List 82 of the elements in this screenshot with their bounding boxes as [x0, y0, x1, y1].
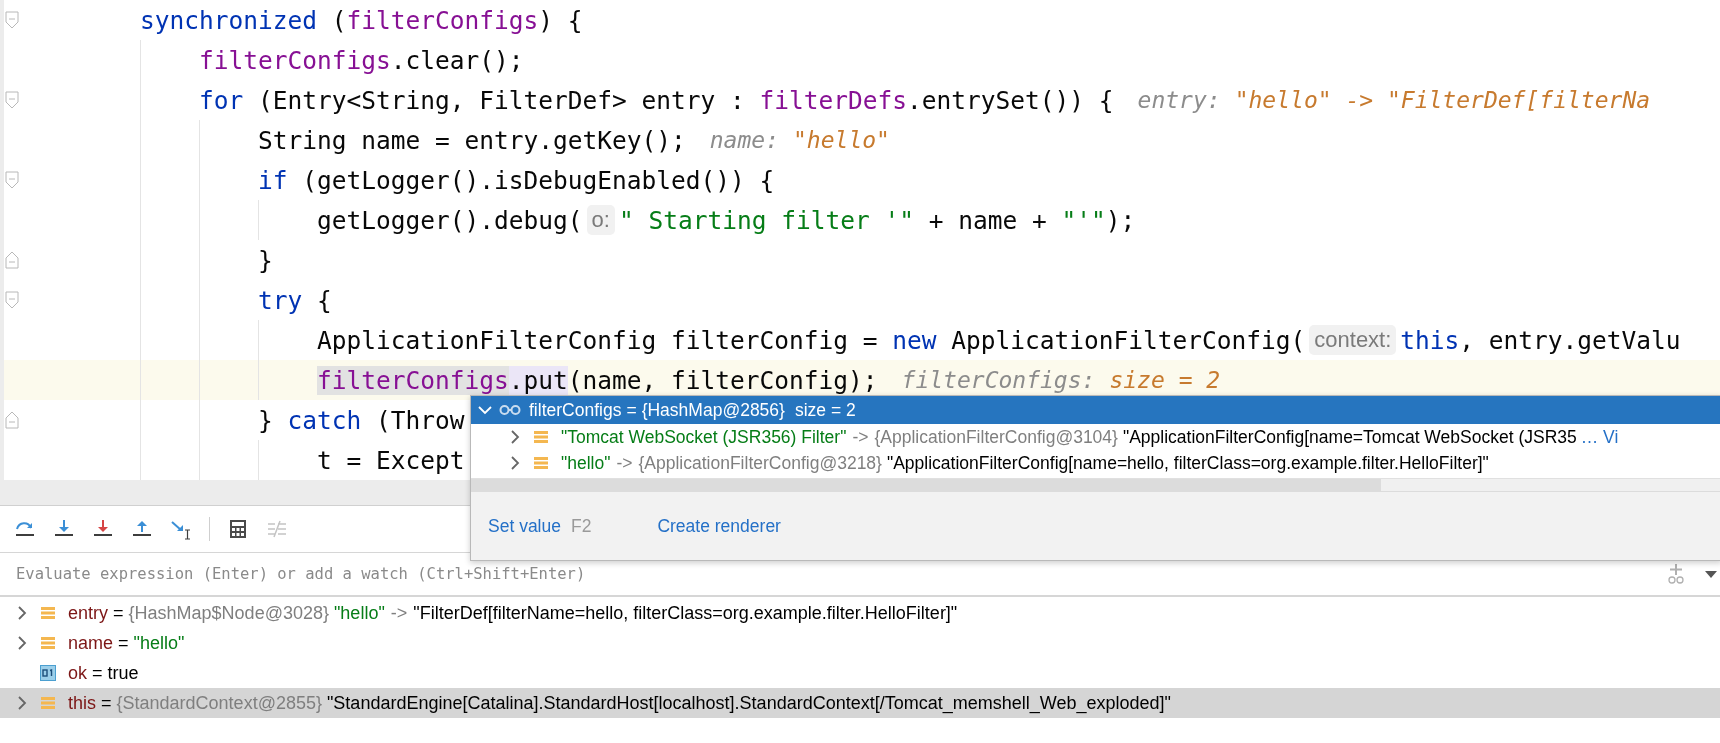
action-link[interactable]: Set value — [488, 515, 561, 537]
code-keyword: this — [1400, 325, 1460, 355]
field-name: filterConfigs — [317, 365, 509, 395]
string-value: "Tomcat WebSocket (JSR356) Filter" — [561, 426, 847, 448]
variable-name: this — [68, 692, 96, 714]
code-text: String name = entry.getKey(); — [258, 125, 686, 155]
variable-name: filterConfigs — [529, 399, 622, 421]
code-keyword: try — [258, 285, 303, 315]
inline-value-label: entry: — [1137, 87, 1221, 113]
code-text: + name + — [927, 205, 1048, 235]
action-link[interactable]: Create renderer — [657, 515, 781, 537]
view-link[interactable]: … Vi — [1580, 426, 1619, 448]
code-text: ApplicationFilterConfig filterConfig = — [317, 325, 879, 355]
object-id: {ApplicationFilterConfig@3218} — [638, 452, 882, 474]
run-to-cursor-icon[interactable] — [170, 518, 192, 540]
object-id: {HashMap@2856} — [641, 399, 785, 421]
string-value: "hello" — [133, 632, 185, 654]
string-literal: " Starting filter '" — [618, 205, 914, 235]
equals-sign: = — [118, 632, 129, 654]
inline-value-label: name: — [709, 127, 779, 153]
arrow-sign: -> — [390, 602, 408, 624]
code-text: (Throw — [375, 405, 465, 435]
inline-value-label: filterConfigs: — [901, 367, 1096, 393]
value-text: "ApplicationFilterConfig[name=hello, filterClass=org.example.filter.HelloFilter]" — [886, 452, 1489, 474]
code-text: (name, filterConfig); — [567, 365, 878, 395]
equals-sign: = — [113, 602, 124, 624]
equals-sign: = — [626, 399, 637, 421]
object-id: {StandardContext@2855} — [116, 692, 322, 714]
selected-row-highlight[interactable]: filterConfigs = {HashMap@2856} size = 2 — [471, 396, 1720, 424]
code-keyword: for — [199, 85, 244, 115]
variable-name: entry — [68, 602, 109, 624]
variable-name: name — [68, 632, 114, 654]
code-text: { — [316, 285, 332, 315]
shortcut-hint: F2 — [570, 515, 592, 537]
value-text: "ApplicationFilterConfig[name=Tomcat WebSocket (JSR35 — [1122, 426, 1577, 448]
string-value: "hello" — [333, 602, 385, 624]
code-text: .entrySet()) { — [907, 85, 1114, 115]
field-name: filterDefs — [759, 85, 908, 115]
calculator-icon[interactable] — [227, 518, 249, 540]
inline-value: size = 2 — [1109, 367, 1221, 393]
code-text: (getLogger().isDebugEnabled()) { — [301, 165, 775, 195]
variable-name: ok — [68, 662, 87, 684]
equals-sign: = — [92, 662, 103, 684]
value-text: true — [107, 662, 139, 684]
watch-expression-field[interactable]: Evaluate expression (Enter) or add a watch (Ctrl+Shift+Enter) — [16, 559, 1666, 589]
inline-value: "hello" -> "FilterDef[filterNa — [1234, 87, 1651, 113]
selected-row-highlight[interactable]: this = {StandardContext@2855} "StandardEngine[Catalina].StandardHost[localhost].StandardContext[/Tomcat_memshell_Web_exploded]" — [0, 688, 1720, 718]
code-text: t = Except — [317, 445, 465, 475]
value-text: "StandardEngine[Catalina].StandardHost[localhost].StandardContext[/Tomcat_memshell_Web_exploded]" — [326, 692, 1171, 714]
field-name: filterConfigs — [199, 45, 391, 75]
code-text: .put — [508, 365, 568, 395]
code-keyword: new — [892, 325, 937, 355]
code-text: , entry.getValu — [1459, 325, 1681, 355]
field-name: filterConfigs — [346, 5, 539, 35]
code-keyword: synchronized — [140, 5, 317, 35]
value-text: "FilterDef[filterName=hello, filterClass=org.example.filter.HelloFilter]" — [413, 602, 958, 624]
code-text: } — [258, 245, 273, 275]
parameter-hint: context: — [1309, 325, 1397, 355]
scrollbar[interactable] — [471, 478, 1720, 491]
add-watch-icon[interactable] — [1666, 563, 1686, 585]
parameter-hint: o: — [586, 205, 615, 235]
code-keyword: if — [258, 165, 288, 195]
code-text: } — [258, 405, 274, 435]
code-text: ( — [330, 5, 347, 35]
arrow-sign: -> — [852, 426, 869, 448]
string-value: "hello" — [561, 452, 611, 474]
code-text: ); — [1105, 205, 1136, 235]
value-text: size = 2 — [794, 399, 856, 421]
code-text: .clear(); — [390, 45, 524, 75]
code-text: ApplicationFilterConfig( — [950, 325, 1306, 355]
code-text: (Entry<String, FilterDef> entry : — [257, 85, 746, 115]
string-literal: "'" — [1061, 205, 1106, 235]
inline-value: "hello" — [793, 127, 890, 153]
object-id: {HashMap$Node@3028} — [128, 602, 329, 624]
scrollbar-thumb[interactable] — [471, 479, 1381, 491]
arrow-sign: -> — [616, 452, 633, 474]
code-text: ) { — [538, 5, 583, 35]
caret-down-icon[interactable] — [1704, 569, 1718, 579]
code-keyword: catch — [287, 405, 362, 435]
code-text: getLogger().debug( — [317, 205, 583, 235]
object-id: {ApplicationFilterConfig@3104} — [874, 426, 1118, 448]
equals-sign: = — [101, 692, 112, 714]
